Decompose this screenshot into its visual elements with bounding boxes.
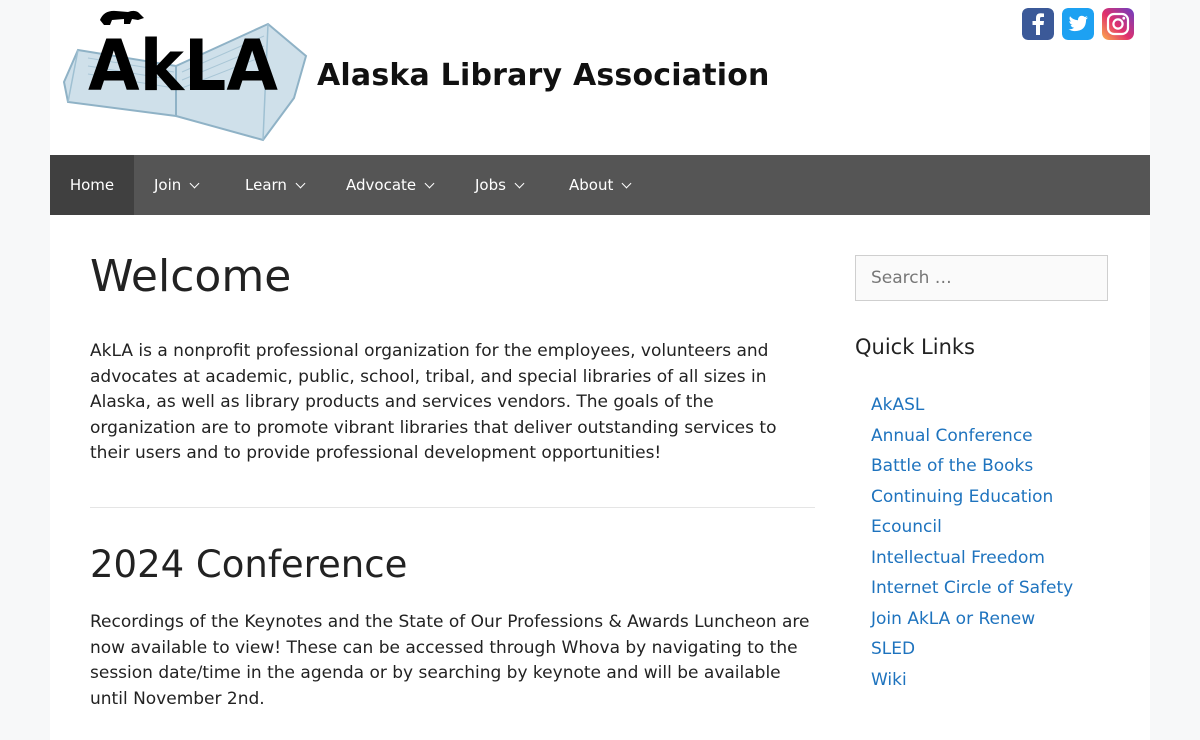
quick-links-title: Quick Links — [855, 335, 976, 359]
divider — [90, 507, 815, 508]
akla-logo: AkLA — [62, 10, 308, 142]
chevron-down-icon — [295, 178, 306, 189]
list-item: SLED — [871, 636, 1073, 667]
quick-link-ecouncil[interactable]: Ecouncil — [871, 517, 942, 537]
nav-advocate-label: Advocate — [346, 176, 417, 194]
nav-home-label: Home — [69, 176, 115, 194]
list-item: Ecouncil — [871, 514, 1073, 545]
nav-learn-label: Learn — [245, 176, 287, 194]
intro-paragraph: AkLA is a nonprofit professional organiz… — [90, 341, 777, 463]
quick-link-annual-conference[interactable]: Annual Conference — [871, 426, 1033, 446]
quick-link-continuing-education[interactable]: Continuing Education — [871, 487, 1053, 507]
list-item: Intellectual Freedom — [871, 545, 1073, 576]
list-item: AkASL — [871, 392, 1073, 423]
site-title[interactable]: Alaska Library Association — [317, 58, 770, 93]
list-item: Annual Conference — [871, 423, 1073, 454]
list-item: Wiki — [871, 667, 1073, 698]
nav-join[interactable]: Join — [154, 155, 200, 215]
instagram-icon[interactable] — [1102, 8, 1134, 40]
nav-learn[interactable]: Learn — [245, 155, 306, 215]
page-title: Welcome — [90, 251, 292, 302]
quick-link-intellectual-freedom[interactable]: Intellectual Freedom — [871, 548, 1045, 568]
search-input[interactable] — [855, 255, 1108, 301]
quick-links-list: AkASL Annual Conference Battle of the Bo… — [871, 392, 1073, 697]
chevron-down-icon — [621, 178, 632, 189]
nav-about[interactable]: About — [569, 155, 632, 215]
nav-advocate[interactable]: Advocate — [346, 155, 435, 215]
chevron-down-icon — [514, 178, 525, 189]
nav-about-label: About — [569, 176, 614, 194]
list-item: Continuing Education — [871, 484, 1073, 515]
quick-link-sled[interactable]: SLED — [871, 639, 915, 659]
quick-link-akasl[interactable]: AkASL — [871, 395, 924, 415]
page: AkLA Alaska Library Association Home Joi… — [50, 0, 1150, 740]
chevron-down-icon — [189, 178, 200, 189]
main-nav: Home Join Learn Advocate Jobs About — [50, 155, 1150, 215]
quick-link-battle-of-the-books[interactable]: Battle of the Books — [871, 456, 1033, 476]
nav-join-label: Join — [154, 176, 182, 194]
conference-paragraph: Recordings of the Keynotes and the State… — [90, 612, 810, 709]
logo-text: AkLA — [88, 25, 278, 107]
nav-jobs[interactable]: Jobs — [475, 155, 525, 215]
twitter-icon[interactable] — [1062, 8, 1094, 40]
chevron-down-icon — [424, 178, 435, 189]
nav-jobs-label: Jobs — [475, 176, 506, 194]
list-item: Internet Circle of Safety — [871, 575, 1073, 606]
quick-link-internet-circle-of-safety[interactable]: Internet Circle of Safety — [871, 578, 1073, 598]
site-header: AkLA Alaska Library Association — [50, 0, 1150, 155]
list-item: Join AkLA or Renew — [871, 606, 1073, 637]
quick-link-join-akla[interactable]: Join AkLA or Renew — [871, 609, 1035, 629]
nav-home[interactable]: Home — [50, 155, 134, 215]
section-title: 2024 Conference — [90, 543, 408, 586]
quick-link-wiki[interactable]: Wiki — [871, 670, 907, 690]
list-item: Battle of the Books — [871, 453, 1073, 484]
facebook-icon[interactable] — [1022, 8, 1054, 40]
